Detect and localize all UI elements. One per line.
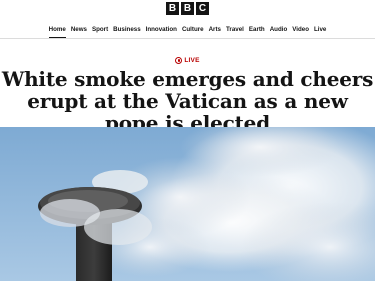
logo-letter-b1: B — [166, 2, 179, 15]
nav-item-live[interactable]: Live — [314, 22, 326, 38]
nav-item-innovation[interactable]: Innovation — [146, 22, 177, 38]
bbc-logo[interactable]: B B C — [0, 0, 375, 19]
nav-item-travel[interactable]: Travel — [226, 22, 244, 38]
live-badge[interactable]: LIVE — [0, 57, 375, 64]
nav-item-culture[interactable]: Culture — [182, 22, 204, 38]
nav-item-sport[interactable]: Sport — [92, 22, 108, 38]
nav-item-news[interactable]: News — [71, 22, 87, 38]
nav-divider — [0, 38, 375, 39]
hero-image[interactable] — [0, 127, 375, 281]
logo-letter-c: C — [196, 2, 209, 15]
logo-letter-b2: B — [181, 2, 194, 15]
nav-item-home[interactable]: Home — [48, 22, 66, 38]
nav-item-business[interactable]: Business — [113, 22, 141, 38]
article-headline[interactable]: White smoke emerges and cheers erupt at … — [0, 68, 375, 134]
live-label: LIVE — [184, 57, 200, 64]
nav-item-arts[interactable]: Arts — [209, 22, 221, 38]
chimney-smoke-photo-icon — [0, 127, 375, 281]
nav-item-video[interactable]: Video — [292, 22, 309, 38]
live-indicator-icon — [175, 57, 183, 64]
nav-item-audio[interactable]: Audio — [270, 22, 288, 38]
nav-item-earth[interactable]: Earth — [249, 22, 265, 38]
main-navigation: Home News Sport Business Innovation Cult… — [0, 22, 375, 38]
